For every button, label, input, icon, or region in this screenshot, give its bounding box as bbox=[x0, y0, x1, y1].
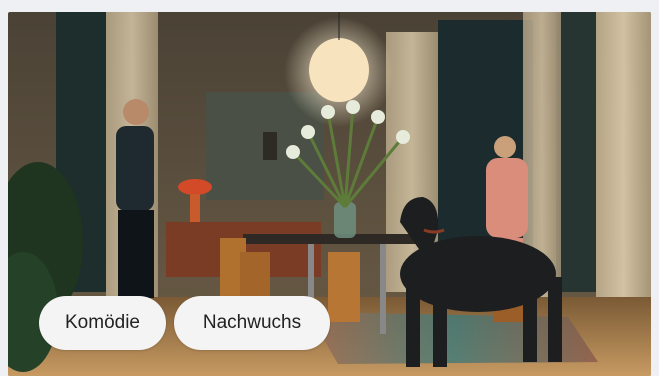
movie-teaser-card[interactable]: Komödie Nachwuchs bbox=[8, 12, 651, 376]
genre-tag-nachwuchs[interactable]: Nachwuchs bbox=[174, 296, 330, 350]
genre-tag-label: Nachwuchs bbox=[202, 312, 302, 333]
genre-tag-komoedie[interactable]: Komödie bbox=[39, 296, 166, 350]
genre-tag-label: Komödie bbox=[65, 312, 140, 333]
